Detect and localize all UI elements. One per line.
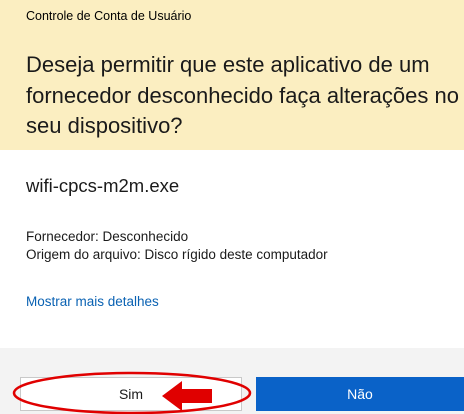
- app-name: wifi-cpcs-m2m.exe: [26, 175, 180, 196]
- publisher-info: Fornecedor: Desconhecido: [26, 229, 189, 244]
- no-button-label: Não: [347, 386, 373, 402]
- uac-dialog: Controle de Conta de Usuário Deseja perm…: [0, 0, 464, 414]
- window-title: Controle de Conta de Usuário: [26, 9, 192, 23]
- file-origin-info: Origem do arquivo: Disco rígido deste co…: [26, 247, 328, 262]
- yes-button[interactable]: Sim: [20, 377, 242, 411]
- permission-question: Deseja permitir que este aplicativo de u…: [26, 52, 459, 138]
- no-button[interactable]: Não: [256, 377, 464, 411]
- dialog-header: Controle de Conta de Usuário Deseja perm…: [0, 0, 464, 150]
- yes-button-label: Sim: [118, 386, 144, 402]
- show-more-details-link[interactable]: Mostrar mais detalhes: [26, 294, 159, 309]
